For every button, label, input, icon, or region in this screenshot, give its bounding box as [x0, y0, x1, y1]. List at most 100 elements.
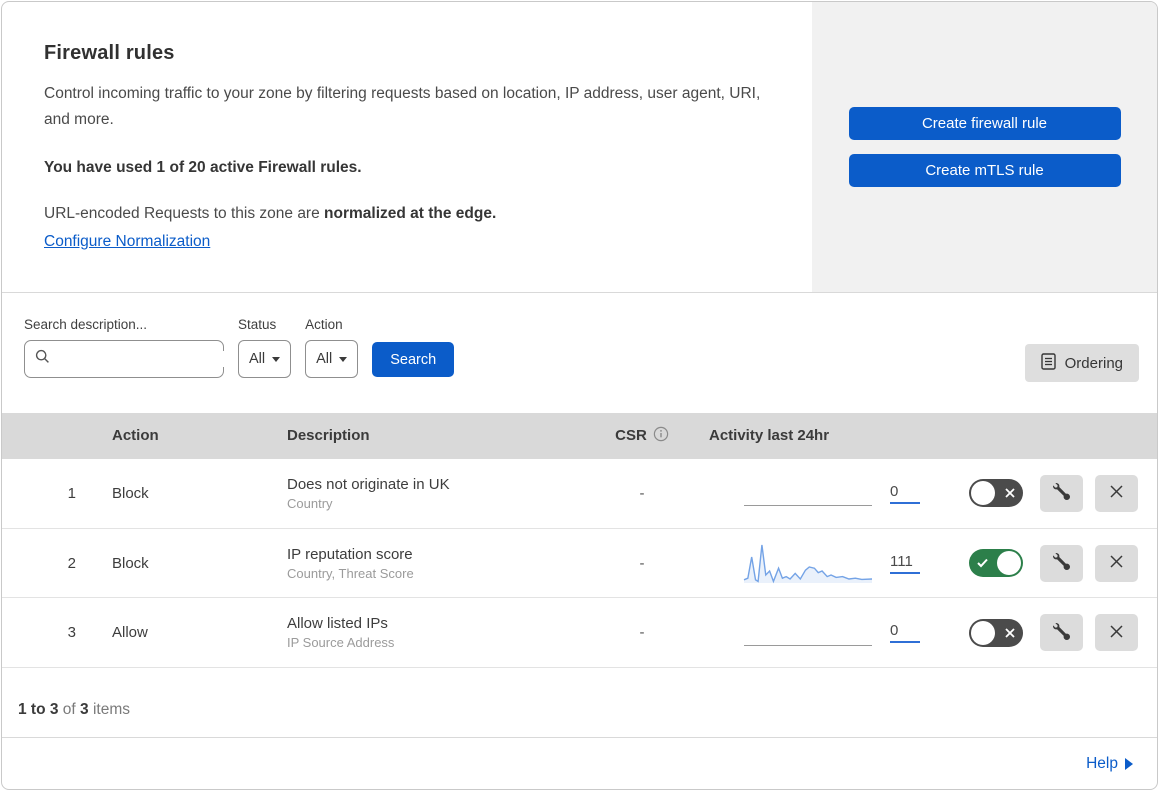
arrow-right-icon: [1125, 757, 1133, 770]
table-row: 2 Block IP reputation score Country, Thr…: [2, 528, 1157, 599]
activity-sparkline: [744, 473, 872, 513]
toggle-state-icon: [977, 558, 988, 568]
table-header: Action Description CSR Activity last 24h…: [2, 412, 1157, 459]
toggle-knob: [997, 551, 1021, 576]
usage-note: You have used 1 of 20 active Firewall ru…: [44, 159, 362, 177]
rule-activity-cell: 0: [692, 473, 932, 513]
rule-enabled-toggle[interactable]: [969, 549, 1023, 578]
rule-criteria: Country: [287, 495, 333, 511]
normalization-text: URL-encoded Requests to this zone are: [44, 205, 320, 223]
close-icon: [1109, 624, 1124, 642]
action-dropdown-value: All: [316, 351, 333, 368]
delete-rule-button[interactable]: [1095, 614, 1138, 652]
rule-description: IP reputation score: [287, 545, 413, 563]
table-row: 1 Block Does not originate in UK Country…: [2, 458, 1157, 529]
column-action: Action: [112, 427, 159, 445]
search-label: Search description...: [24, 317, 148, 333]
toggle-state-icon: [1005, 628, 1015, 638]
toggle-knob: [971, 620, 995, 645]
edit-rule-button[interactable]: [1040, 544, 1083, 582]
action-filter: Action All: [305, 317, 359, 379]
delete-rule-button[interactable]: [1095, 544, 1138, 582]
delete-rule-button[interactable]: [1095, 474, 1138, 512]
wrench-icon: [1053, 553, 1070, 573]
header-text-block: Firewall rules Control incoming traffic …: [2, 2, 812, 292]
search-button[interactable]: Search: [372, 342, 455, 378]
firewall-rules-card: Firewall rules Control incoming traffic …: [1, 1, 1158, 790]
rule-csr-value: -: [639, 484, 645, 502]
action-dropdown[interactable]: All: [305, 340, 359, 379]
status-filter: Status All: [238, 317, 292, 379]
header-actions-panel: Create firewall rule Create mTLS rule: [812, 2, 1157, 293]
rule-action: Block: [112, 554, 149, 572]
wrench-icon: [1053, 483, 1070, 503]
column-csr: CSR: [592, 426, 692, 446]
rule-csr-value: -: [639, 554, 645, 572]
filter-bar: Search description... Status All Action: [2, 293, 1157, 413]
rule-controls: [932, 474, 1157, 512]
status-dropdown-value: All: [249, 351, 266, 368]
help-link-label: Help: [1086, 754, 1118, 772]
page-title: Firewall rules: [44, 42, 175, 64]
rule-criteria: IP Source Address: [287, 635, 395, 651]
toggle-state-icon: [1005, 488, 1015, 498]
rule-description: Does not originate in UK: [287, 475, 450, 493]
rule-description-cell: Does not originate in UK Country: [267, 476, 592, 511]
close-icon: [1109, 484, 1124, 502]
pagination-summary: 1 to 3 of 3 items: [2, 668, 1157, 739]
rule-enabled-toggle[interactable]: [969, 618, 1023, 647]
pagination-total: 3: [80, 700, 89, 718]
help-row: Help: [2, 738, 1157, 789]
edit-rule-button[interactable]: [1040, 614, 1083, 652]
create-firewall-rule-button[interactable]: Create firewall rule: [848, 107, 1121, 141]
column-description: Description: [287, 427, 370, 445]
activity-count-link[interactable]: 0: [890, 483, 920, 504]
search-icon: [35, 349, 50, 369]
edit-rule-button[interactable]: [1040, 474, 1083, 512]
rule-controls: [932, 544, 1157, 582]
status-dropdown[interactable]: All: [238, 340, 292, 379]
chevron-down-icon: [272, 356, 281, 362]
pagination-range: 1 to 3: [18, 700, 59, 718]
activity-count-link[interactable]: 111: [890, 553, 920, 574]
rule-action: Block: [112, 484, 149, 502]
rule-activity-cell: 111: [692, 543, 932, 583]
chevron-down-icon: [339, 356, 348, 362]
search-box[interactable]: [24, 340, 239, 379]
ordering-button[interactable]: Ordering: [1024, 344, 1139, 383]
normalization-bold-text: normalized at the edge.: [324, 205, 497, 223]
table-row: 3 Allow Allow listed IPs IP Source Addre…: [2, 598, 1157, 669]
search-input[interactable]: [58, 351, 239, 368]
activity-sparkline: [744, 543, 872, 583]
ordering-button-label: Ordering: [1064, 354, 1123, 372]
search-filter: Search description...: [24, 317, 239, 379]
action-label: Action: [305, 317, 343, 333]
rule-action: Allow: [112, 624, 148, 642]
rule-priority: 2: [67, 554, 76, 572]
rule-csr-value: -: [639, 624, 645, 642]
ordering-list-icon: [1040, 353, 1056, 374]
rule-enabled-toggle[interactable]: [969, 479, 1023, 508]
rule-activity-cell: 0: [692, 613, 932, 653]
pagination-of: of: [62, 700, 76, 718]
rule-controls: [932, 614, 1157, 652]
rule-description-cell: IP reputation score Country, Threat Scor…: [267, 546, 592, 581]
toggle-knob: [971, 481, 995, 506]
rule-description-cell: Allow listed IPs IP Source Address: [267, 615, 592, 650]
wrench-icon: [1053, 622, 1070, 643]
close-icon: [1109, 554, 1124, 572]
create-mtls-rule-button[interactable]: Create mTLS rule: [848, 154, 1121, 188]
activity-count-link[interactable]: 0: [890, 622, 920, 644]
column-activity: Activity last 24hr: [709, 427, 830, 445]
rule-priority: 1: [67, 484, 76, 502]
configure-normalization-link[interactable]: Configure Normalization: [44, 233, 210, 251]
activity-sparkline: [744, 613, 872, 653]
help-link[interactable]: Help: [1086, 755, 1133, 773]
normalization-note: URL-encoded Requests to this zone are no…: [44, 205, 772, 223]
info-icon[interactable]: [653, 426, 669, 446]
header-section: Firewall rules Control incoming traffic …: [2, 2, 1157, 294]
status-label: Status: [238, 317, 277, 333]
rule-priority: 3: [67, 624, 76, 642]
pagination-items: items: [92, 700, 131, 718]
rule-criteria: Country, Threat Score: [287, 565, 414, 581]
